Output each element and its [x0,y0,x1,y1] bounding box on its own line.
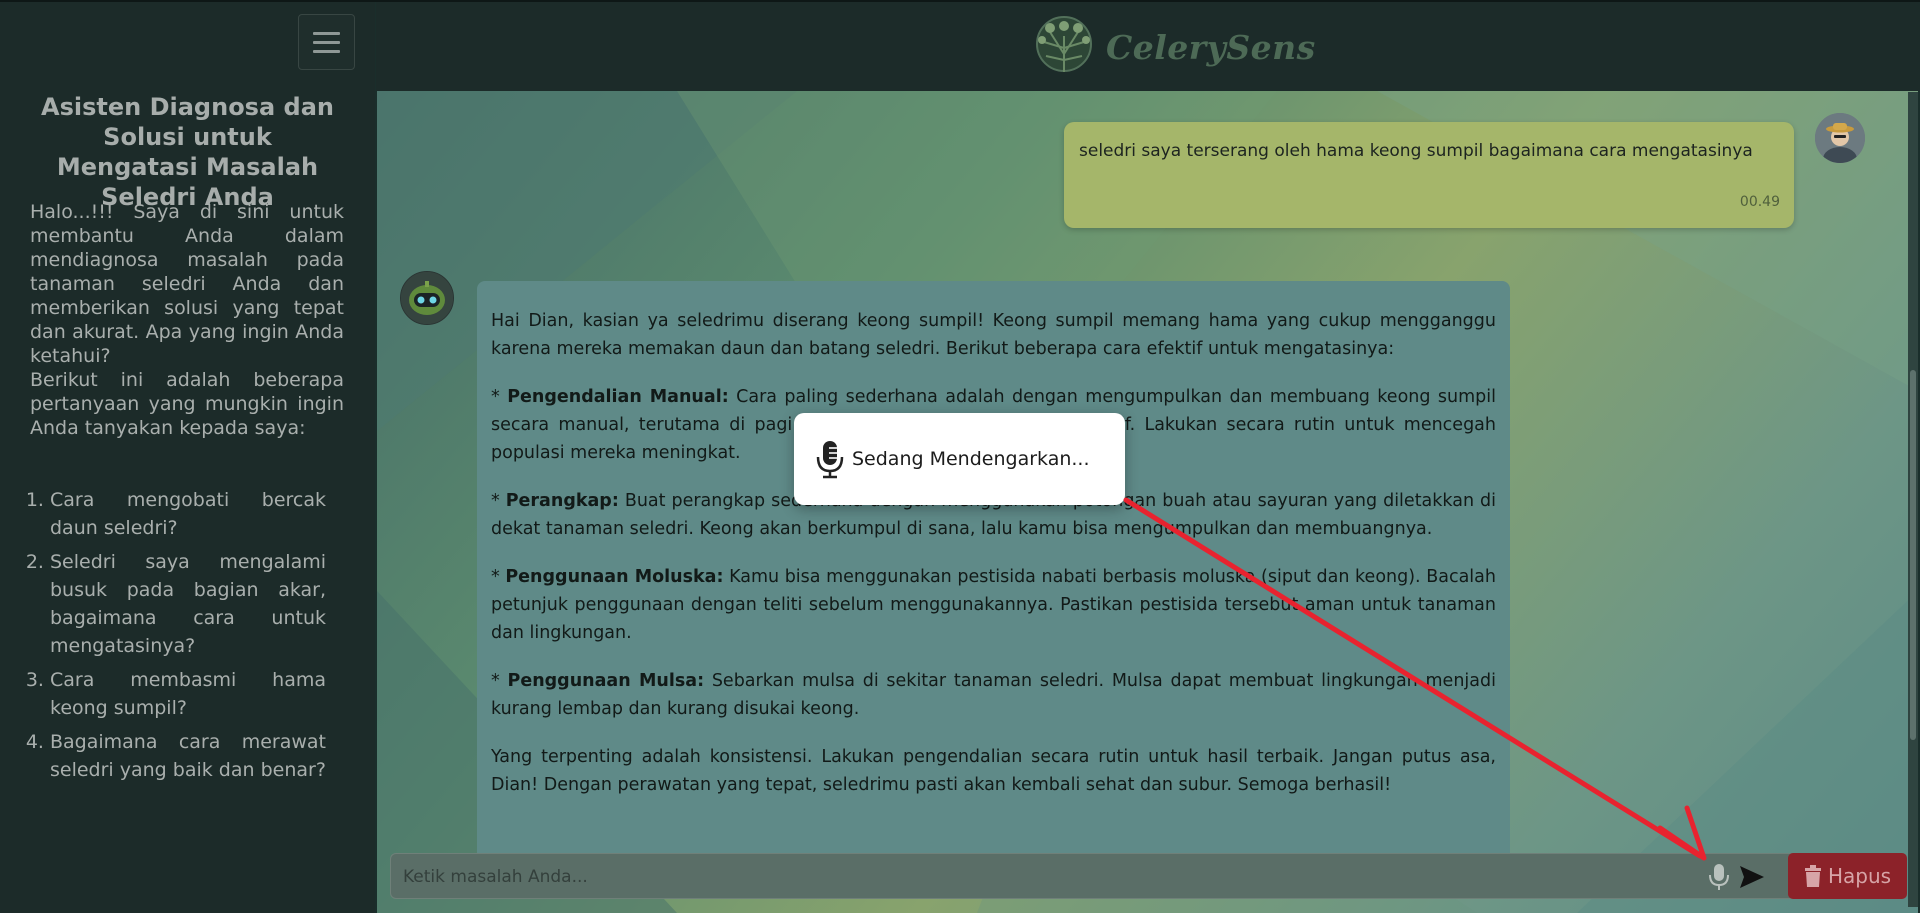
bot-tip-title: Penggunaan Mulsa: [507,671,705,691]
microphone-icon [816,441,844,479]
suggested-question-item[interactable]: Cara mengobati bercak daun seledri? [50,486,326,542]
bot-tip-title: Pengendalian Manual: [507,387,729,407]
listening-text: Sedang Mendengarkan... [852,448,1090,470]
celery-logo-icon [1036,16,1092,72]
user-message-bubble: seledri saya terserang oleh hama keong s… [1064,122,1794,228]
bot-tip-title: Penggunaan Moluska: [505,567,724,587]
user-avatar-icon [1815,113,1865,163]
message-timestamp: 00.49 [1739,194,1780,210]
sidebar-intro-text-2: Berikut ini adalah beberapa pertanyaan y… [30,369,344,439]
menu-toggle-button[interactable] [298,14,355,70]
chat-area: seledri saya terserang oleh hama keong s… [377,91,1918,913]
user-message-text: seledri saya terserang oleh hama keong s… [1079,141,1753,161]
message-input-bar [390,853,1808,899]
sidebar-title: Asisten Diagnosa dan Solusi untuk Mengat… [41,93,334,211]
top-border [0,0,1920,2]
suggested-question-item[interactable]: Bagaimana cara merawat seledri yang baik… [50,728,326,784]
bot-tip: * Penggunaan Mulsa: Sebarkan mulsa di se… [491,671,1496,719]
listening-popup: Sedang Mendengarkan... [794,413,1125,505]
clear-button-label: Hapus [1827,864,1892,888]
suggested-question-item[interactable]: Cara membasmi hama keong sumpil? [50,666,326,722]
brand-logo: CelerySens [1028,14,1328,76]
clear-chat-button[interactable]: Hapus [1788,853,1907,899]
send-button[interactable] [1737,863,1767,891]
suggested-questions: Cara mengobati bercak daun seledri? Sele… [30,486,326,790]
suggested-question-item[interactable]: Seledri saya mengalami busuk pada bagian… [50,548,326,660]
sidebar: Asisten Diagnosa dan Solusi untuk Mengat… [0,0,375,913]
bot-tip: * Penggunaan Moluska: Kamu bisa mengguna… [491,567,1496,643]
user-avatar [1815,113,1865,163]
trash-icon [1804,865,1821,887]
message-input[interactable] [401,860,1705,894]
bot-message-bubble: Hai Dian, kasian ya seledrimu diserang k… [477,281,1510,881]
sidebar-intro-text: Halo...!!! Saya di sini untuk membantu A… [30,201,344,367]
hamburger-line [313,31,340,35]
brand-name: CelerySens [1106,28,1316,67]
hamburger-line [313,40,340,44]
voice-input-button[interactable] [1705,862,1733,892]
chat-scrollbar-thumb[interactable] [1910,370,1916,740]
bot-tip-title: Perangkap: [505,491,619,511]
robot-icon [401,272,453,324]
bot-closing-text: Yang terpenting adalah konsistensi. Laku… [491,747,1496,795]
bot-avatar [400,271,454,325]
hamburger-line [313,49,340,53]
bot-intro-text: Hai Dian, kasian ya seledrimu diserang k… [491,311,1496,359]
send-icon [1740,866,1764,888]
header: CelerySens [376,0,1920,91]
sidebar-intro: Halo...!!! Saya di sini untuk membantu A… [30,200,344,440]
microphone-icon [1709,864,1729,890]
